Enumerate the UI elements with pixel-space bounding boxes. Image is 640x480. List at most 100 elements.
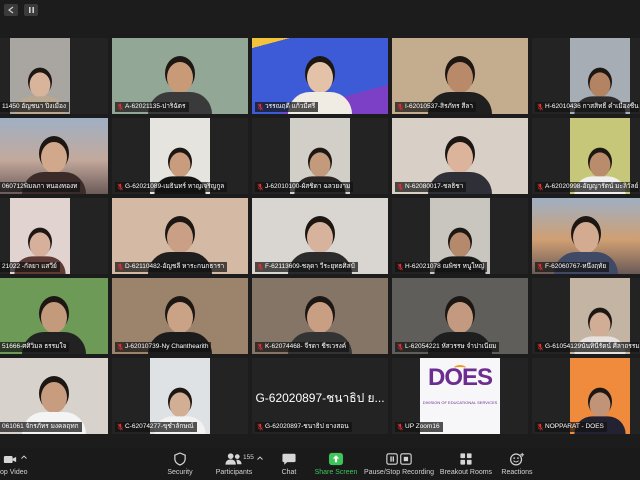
participant-tile[interactable]: K-62074468- จีรดา ชีรเวรงค์ bbox=[252, 278, 388, 354]
pause-icon[interactable] bbox=[24, 4, 38, 16]
participant-name-label: I-62010537-สิรภัทร สีลา bbox=[395, 102, 476, 112]
participant-name-label: 21022 -กัลยา แสวีย์ bbox=[0, 262, 60, 272]
participant-tile[interactable]: N-62080017-ชลธิชา bbox=[392, 118, 528, 194]
reactions-icon bbox=[510, 452, 525, 466]
participant-name: A-62020998-อัญญารัตน์ มะลิวัลย์ bbox=[545, 183, 639, 190]
participant-name-label: F-62060767-หนึ่งฤทัย bbox=[535, 262, 610, 272]
participant-name: 51666-ศศิวิมล ธรรมใจ bbox=[2, 343, 67, 350]
participant-name: วรรณฤดี แก้วมีศรี bbox=[265, 103, 316, 110]
participant-display-name: G-62020897-ชนาธิป ย... bbox=[255, 391, 385, 405]
participant-tile[interactable]: D-62110482-อัญชลี หาระกนกธารา bbox=[112, 198, 248, 274]
participant-name: I-62010537-สิรภัทร สีลา bbox=[405, 103, 473, 110]
participant-name-label: 11450 อัญชนา ปิงเมือง bbox=[0, 102, 70, 112]
participant-tile[interactable]: L-62054221 หัสวรรษ จำปาเนียม bbox=[392, 278, 528, 354]
participant-name: A-62021135-ปาริฉัตร bbox=[125, 103, 186, 110]
participant-name: F-62113609-ชลุดา วีระยุทธศิลป์ bbox=[265, 263, 355, 270]
mic-muted-icon bbox=[537, 103, 543, 111]
participant-name-label: J-62010100-ผัสชิดา ฉลวยงาม bbox=[255, 182, 354, 192]
participant-name-label: H-62021078 ณพิชร หนูใหญ่ bbox=[395, 262, 488, 272]
participant-name: J-62010739-Ny Chanthearith bbox=[125, 343, 209, 350]
shield-icon bbox=[174, 452, 186, 466]
participant-tile[interactable]: 061061 จักรภัทร มงคลฤทก bbox=[0, 358, 108, 434]
participant-tile-active-speaker[interactable]: วรรณฤดี แก้วมีศรี bbox=[252, 38, 388, 114]
participant-name: G-62020897-ชนาธิป ยางสอน bbox=[265, 423, 349, 430]
participant-name-label: F-62113609-ชลุดา วีระยุทธศิลป์ bbox=[255, 262, 358, 272]
mic-muted-icon bbox=[117, 103, 123, 111]
mic-muted-icon bbox=[117, 343, 123, 351]
participant-name: H-62021078 ณพิชร หนูใหญ่ bbox=[405, 263, 485, 270]
participant-name-label: 061061 จักรภัทร มงคลฤทก bbox=[0, 422, 82, 432]
participant-name-label: A-62020998-อัญญารัตน์ มะลิวัลย์ bbox=[535, 182, 639, 192]
participant-name-label: H-62010436 กาสสิทธิ์ คำเมืองชื่น bbox=[535, 102, 639, 112]
reactions-button[interactable]: Reactions bbox=[472, 448, 562, 480]
participant-tile[interactable]: NOPPARAT - DOES bbox=[532, 358, 640, 434]
participant-tile[interactable]: J-62010739-Ny Chanthearith bbox=[112, 278, 248, 354]
video-camera-icon bbox=[3, 456, 17, 463]
mic-muted-icon bbox=[397, 263, 403, 271]
logo-swoosh bbox=[454, 365, 466, 371]
participant-tile[interactable]: F-62060767-หนึ่งฤทัย bbox=[532, 198, 640, 274]
participant-name: L-62054221 หัสวรรษ จำปาเนียม bbox=[405, 343, 497, 350]
participant-tile[interactable]: C-62074277-ขุชำลักษณ์ bbox=[112, 358, 248, 434]
participant-name-label: UP Zoom16 bbox=[395, 422, 443, 432]
participant-name-label: NOPPARAT - DOES bbox=[535, 422, 607, 432]
top-bar bbox=[0, 0, 640, 38]
participant-name: 060712พิมลภา หนองทองท bbox=[2, 183, 78, 190]
mic-muted-icon bbox=[117, 423, 123, 431]
participant-tile[interactable]: H-62021078 ณพิชร หนูใหญ่ bbox=[392, 198, 528, 274]
meeting-toolbar: op Video Security 155 Participants Chat … bbox=[0, 448, 640, 480]
participant-name-label: J-62010739-Ny Chanthearith bbox=[115, 342, 212, 352]
participant-tile[interactable]: H-62010436 กาสสิทธิ์ คำเมืองชื่น bbox=[532, 38, 640, 114]
share-screen-icon bbox=[328, 452, 344, 466]
participant-name-label: C-62074277-ขุชำลักษณ์ bbox=[115, 422, 197, 432]
gallery-view: 11450 อัญชนา ปิงเมือง A-62021135-ปาริฉัต… bbox=[0, 38, 640, 434]
participant-name-label: K-62074468- จีรดา ชีรเวรงค์ bbox=[255, 342, 350, 352]
pause-stop-recording-icon bbox=[386, 453, 412, 465]
mic-muted-icon bbox=[537, 423, 543, 431]
exit-fullscreen-icon[interactable] bbox=[4, 4, 18, 16]
does-logo-subtitle: DIVISION OF EDUCATIONAL SERVICES bbox=[422, 400, 498, 405]
mic-muted-icon bbox=[257, 423, 263, 431]
participant-name: C-62074277-ขุชำลักษณ์ bbox=[125, 423, 194, 430]
participant-tile[interactable]: G-62021089-เมธินทร์ หาญเจริญกูล bbox=[112, 118, 248, 194]
participant-tile[interactable]: F-62113609-ชลุดา วีระยุทธศิลป์ bbox=[252, 198, 388, 274]
participant-name: D-62110482-อัญชลี หาระกนกธารา bbox=[125, 263, 225, 270]
participant-name: 21022 -กัลยา แสวีย์ bbox=[2, 263, 57, 270]
participant-name-label: G-62021089-เมธินทร์ หาญเจริญกูล bbox=[115, 182, 228, 192]
participant-tile[interactable]: 11450 อัญชนา ปิงเมือง bbox=[0, 38, 108, 114]
participant-tile[interactable]: 21022 -กัลยา แสวีย์ bbox=[0, 198, 108, 274]
participant-tile[interactable]: 51666-ศศิวิมล ธรรมใจ bbox=[0, 278, 108, 354]
stop-video-label: op Video bbox=[0, 469, 28, 476]
chevron-up-icon[interactable] bbox=[21, 455, 27, 459]
participant-tile[interactable]: A-62020998-อัญญารัตน์ มะลิวัลย์ bbox=[532, 118, 640, 194]
participants-icon bbox=[225, 453, 242, 465]
participant-tile-no-video[interactable]: G-62020897-ชนาธิป ย... G-62020897-ชนาธิป… bbox=[252, 358, 388, 434]
participant-name: NOPPARAT - DOES bbox=[545, 423, 604, 430]
participant-tile[interactable]: I-62010537-สิรภัทร สีลา bbox=[392, 38, 528, 114]
breakout-rooms-icon bbox=[460, 453, 472, 465]
participant-tile[interactable]: G-61054129นันทินีรัตน์ ศีลาถรรมยุต bbox=[532, 278, 640, 354]
mic-muted-icon bbox=[537, 343, 543, 351]
participant-name-label: L-62054221 หัสวรรษ จำปาเนียม bbox=[395, 342, 500, 352]
participant-tile[interactable]: J-62010100-ผัสชิดา ฉลวยงาม bbox=[252, 118, 388, 194]
participant-name: N-62080017-ชลธิชา bbox=[405, 183, 464, 190]
participant-tile-logo[interactable]: DOES DIVISION OF EDUCATIONAL SERVICES UP… bbox=[392, 358, 528, 434]
reactions-label: Reactions bbox=[501, 469, 533, 476]
mic-muted-icon bbox=[397, 183, 403, 191]
stop-video-button[interactable]: op Video bbox=[0, 448, 90, 480]
mic-muted-icon bbox=[117, 183, 123, 191]
participant-name: G-61054129นันทินีรัตน์ ศีลาถรรมยุต bbox=[545, 343, 639, 350]
participant-name: 11450 อัญชนา ปิงเมือง bbox=[2, 103, 67, 110]
mic-muted-icon bbox=[537, 263, 543, 271]
mic-muted-icon bbox=[257, 183, 263, 191]
participant-name-label: G-62020897-ชนาธิป ยางสอน bbox=[255, 422, 352, 432]
mic-muted-icon bbox=[397, 423, 403, 431]
participant-name: 061061 จักรภัทร มงคลฤทก bbox=[2, 423, 79, 430]
participant-name-label: N-62080017-ชลธิชา bbox=[395, 182, 467, 192]
mic-muted-icon bbox=[257, 343, 263, 351]
participant-name-label: วรรณฤดี แก้วมีศรี bbox=[255, 102, 319, 112]
participant-tile[interactable]: 060712พิมลภา หนองทองท bbox=[0, 118, 108, 194]
participant-tile[interactable]: A-62021135-ปาริฉัตร bbox=[112, 38, 248, 114]
mic-muted-icon bbox=[117, 263, 123, 271]
participant-name: G-62021089-เมธินทร์ หาญเจริญกูล bbox=[125, 183, 225, 190]
